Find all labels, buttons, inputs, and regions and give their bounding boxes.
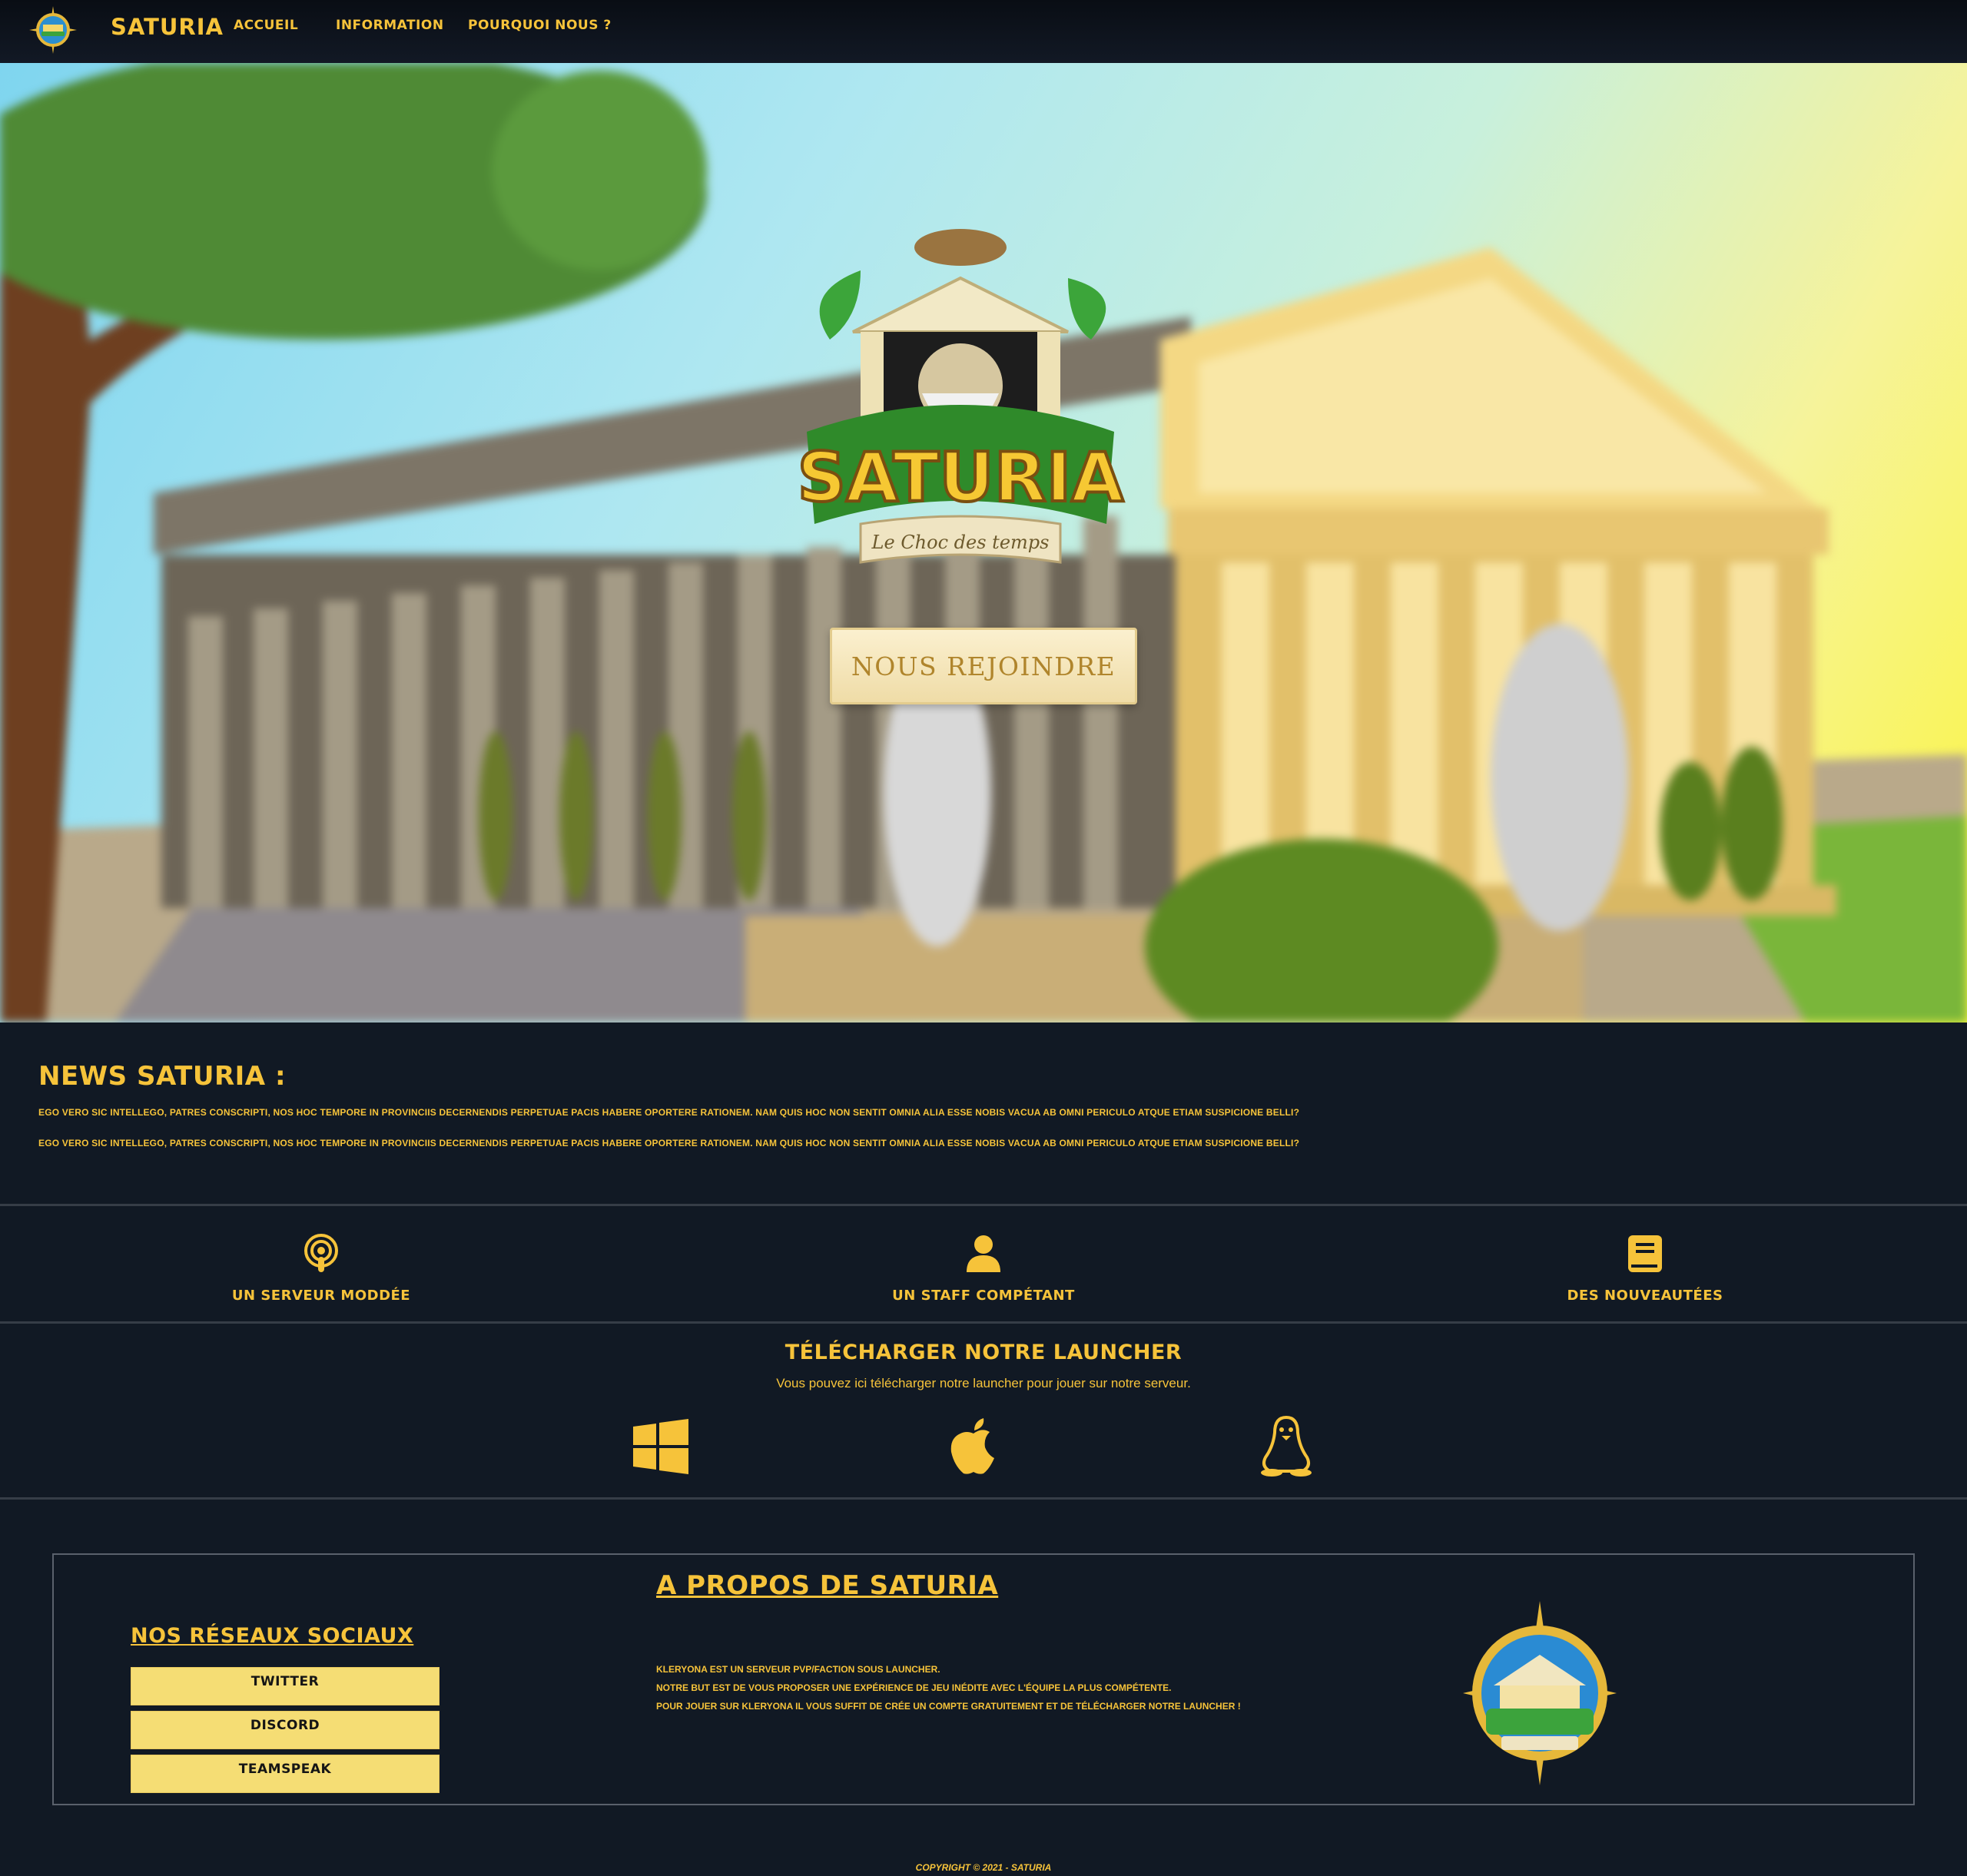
about-title: A PROPOS DE SATURIA	[656, 1570, 999, 1601]
footer: NOS RÉSEAUX SOCIAUX TWITTER DISCORD TEAM…	[0, 1500, 1967, 1876]
podcast-icon	[304, 1234, 338, 1272]
about-text-line: NOTRE BUT EST DE VOUS PROPOSER UNE EXPÉR…	[656, 1682, 1172, 1693]
download-subtitle: Vous pouvez ici télécharger notre launch…	[776, 1376, 1191, 1390]
feature-label: UN SERVEUR MODDÉE	[231, 1288, 411, 1304]
book-icon	[1628, 1235, 1662, 1272]
feature-label: DES NOUVEAUTÉES	[1567, 1288, 1723, 1304]
feature-new-content: DES NOUVEAUTÉES	[1491, 1234, 1799, 1304]
feature-label: UN STAFF COMPÉTANT	[892, 1288, 1075, 1304]
download-title: TÉLÉCHARGER NOTRE LAUNCHER	[784, 1341, 1183, 1364]
download-macos-button[interactable]	[943, 1416, 1004, 1477]
join-us-button[interactable]: NOUS REJOINDRE	[830, 628, 1137, 704]
nav-link-information[interactable]: INFORMATION	[336, 18, 444, 33]
windows-icon	[633, 1419, 688, 1474]
copyright: COPYRIGHT © 2021 - SATURIA	[915, 1862, 1052, 1873]
hero-logo-wordmark: SATURIA	[798, 438, 1124, 517]
user-icon	[967, 1235, 1000, 1272]
hero-banner: SATURIA Le Choc des temps NOUS REJOINDRE	[0, 63, 1967, 1023]
news-section: NEWS SATURIA : EGO VERO SIC INTELLEGO, P…	[0, 1023, 1967, 1204]
footer-saturia-emblem	[1463, 1601, 1617, 1785]
download-section: TÉLÉCHARGER NOTRE LAUNCHER Vous pouvez i…	[0, 1324, 1967, 1497]
hero-logo-tagline: Le Choc des temps	[871, 532, 1050, 553]
discord-link[interactable]: DISCORD	[131, 1711, 440, 1749]
features-section: UN SERVEUR MODDÉE UN STAFF COMPÉTANT DES…	[0, 1206, 1967, 1321]
feature-modded-server: UN SERVEUR MODDÉE	[168, 1234, 475, 1304]
news-paragraph: EGO VERO SIC INTELLEGO, PATRES CONSCRIPT…	[38, 1107, 1300, 1118]
feature-competent-staff: UN STAFF COMPÉTANT	[830, 1234, 1137, 1304]
download-linux-button[interactable]	[1255, 1416, 1317, 1477]
saturia-hero-logo: SATURIA Le Choc des temps	[796, 229, 1125, 564]
nav-link-pourquoi-nous[interactable]: POURQUOI NOUS ?	[468, 18, 612, 33]
news-paragraph: EGO VERO SIC INTELLEGO, PATRES CONSCRIPT…	[38, 1138, 1300, 1148]
twitter-link[interactable]: TWITTER	[131, 1667, 440, 1705]
linux-icon	[1261, 1416, 1312, 1477]
apple-icon	[950, 1418, 994, 1474]
brand-title[interactable]: SATURIA	[111, 14, 224, 40]
about-text-line: POUR JOUER SUR KLERYONA IL VOUS SUFFIT D…	[656, 1701, 1241, 1712]
news-title: NEWS SATURIA :	[38, 1061, 287, 1092]
nav-logo[interactable]	[28, 5, 78, 55]
download-windows-button[interactable]	[630, 1416, 692, 1477]
social-title: NOS RÉSEAUX SOCIAUX	[131, 1624, 414, 1648]
navbar: SATURIA ACCUEIL INFORMATION POURQUOI NOU…	[0, 0, 1967, 63]
about-text-line: KLERYONA EST UN SERVEUR PVP/FACTION SOUS…	[656, 1664, 940, 1675]
nav-link-accueil[interactable]: ACCUEIL	[234, 18, 298, 33]
teamspeak-link[interactable]: TEAMSPEAK	[131, 1755, 440, 1793]
footer-box: NOS RÉSEAUX SOCIAUX TWITTER DISCORD TEAM…	[52, 1553, 1915, 1805]
